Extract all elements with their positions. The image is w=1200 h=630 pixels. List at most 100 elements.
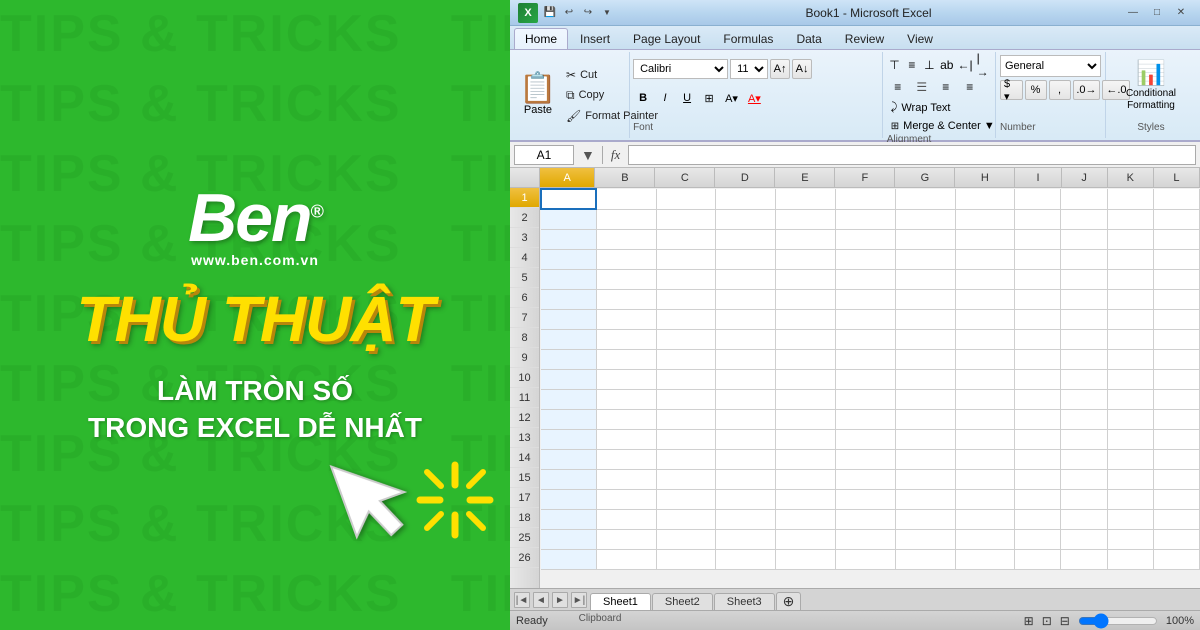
grid-cell[interactable] — [541, 229, 596, 249]
grid-cell[interactable] — [955, 469, 1015, 489]
grid-cell[interactable] — [596, 249, 656, 269]
maximize-button[interactable]: □ — [1146, 5, 1168, 21]
grid-cell[interactable] — [776, 369, 836, 389]
grid-cell[interactable] — [596, 229, 656, 249]
grid-cell[interactable] — [776, 269, 836, 289]
grid-cell[interactable] — [1061, 429, 1107, 449]
indent-dec-button[interactable]: ←| — [956, 55, 973, 75]
grid-cell[interactable] — [596, 429, 656, 449]
grid-cell[interactable] — [955, 529, 1015, 549]
row-num-5[interactable]: 5 — [510, 268, 539, 288]
grid-cell[interactable] — [836, 209, 896, 229]
align-top-button[interactable]: ⊤ — [887, 55, 902, 75]
grid-cell[interactable] — [836, 369, 896, 389]
grid-cell[interactable] — [1107, 289, 1153, 309]
row-num-7[interactable]: 7 — [510, 308, 539, 328]
grid-cell[interactable] — [541, 189, 596, 209]
grid-cell[interactable] — [776, 429, 836, 449]
grid-cell[interactable] — [716, 309, 776, 329]
grid-cell[interactable] — [656, 189, 716, 209]
formula-input[interactable] — [628, 145, 1196, 165]
grid-cell[interactable] — [1107, 489, 1153, 509]
col-header-j[interactable]: J — [1062, 168, 1108, 187]
cell-reference-box[interactable]: A1 — [514, 145, 574, 165]
grid-cell[interactable] — [541, 409, 596, 429]
grid-cell[interactable] — [716, 509, 776, 529]
col-header-k[interactable]: K — [1108, 168, 1154, 187]
grid-cell[interactable] — [955, 249, 1015, 269]
grid-cell[interactable] — [1107, 189, 1153, 209]
grid-cell[interactable] — [1107, 469, 1153, 489]
align-center-button[interactable]: ☰ — [911, 77, 933, 97]
grid-cell[interactable] — [1107, 309, 1153, 329]
grid-cell[interactable] — [836, 549, 896, 569]
grid-cell[interactable] — [836, 469, 896, 489]
grid-cell[interactable] — [656, 429, 716, 449]
grid-cell[interactable] — [1061, 349, 1107, 369]
col-header-i[interactable]: I — [1015, 168, 1061, 187]
grid-cell[interactable] — [836, 409, 896, 429]
grid-cell[interactable] — [1015, 289, 1061, 309]
grid-cell[interactable] — [955, 309, 1015, 329]
tab-data[interactable]: Data — [785, 28, 832, 49]
grid-cell[interactable] — [541, 309, 596, 329]
grid-cell[interactable] — [1015, 469, 1061, 489]
grid-cell[interactable] — [716, 549, 776, 569]
font-shrink-button[interactable]: A↓ — [792, 59, 812, 79]
row-num-10[interactable]: 10 — [510, 368, 539, 388]
grid-cell[interactable] — [836, 429, 896, 449]
row-num-14[interactable]: 14 — [510, 448, 539, 468]
grid-cell[interactable] — [1153, 429, 1199, 449]
sheet-tab-3[interactable]: Sheet3 — [714, 593, 775, 610]
sheet-nav-next[interactable]: ► — [552, 592, 568, 608]
grid-cell[interactable] — [895, 449, 955, 469]
grid-cell[interactable] — [1015, 189, 1061, 209]
grid-cell[interactable] — [955, 549, 1015, 569]
grid-cell[interactable] — [1061, 289, 1107, 309]
grid-cell[interactable] — [776, 249, 836, 269]
grid-cell[interactable] — [541, 249, 596, 269]
row-num-18[interactable]: 18 — [510, 508, 539, 528]
border-button[interactable]: ⊞ — [699, 88, 719, 108]
grid-cell[interactable] — [596, 369, 656, 389]
grid-cell[interactable] — [716, 429, 776, 449]
grid-cell[interactable] — [776, 189, 836, 209]
grid-cell[interactable] — [716, 529, 776, 549]
grid-cell[interactable] — [656, 329, 716, 349]
grid-cell[interactable] — [895, 369, 955, 389]
grid-cell[interactable] — [955, 349, 1015, 369]
grid-cell[interactable] — [716, 269, 776, 289]
grid-cell[interactable] — [1107, 549, 1153, 569]
grid-cell[interactable] — [1153, 489, 1199, 509]
undo-quick-icon[interactable]: ↩ — [561, 5, 577, 21]
grid-cell[interactable] — [716, 189, 776, 209]
grid-cell[interactable] — [1153, 449, 1199, 469]
grid-cell[interactable] — [1061, 469, 1107, 489]
col-header-a[interactable]: A — [540, 168, 595, 187]
col-header-b[interactable]: B — [595, 168, 655, 187]
grid-cell[interactable] — [1061, 229, 1107, 249]
grid-cell[interactable] — [895, 329, 955, 349]
grid-cell[interactable] — [895, 409, 955, 429]
grid-cell[interactable] — [541, 489, 596, 509]
grid-cell[interactable] — [716, 289, 776, 309]
text-orient-button[interactable]: ab — [939, 55, 954, 75]
grid-cell[interactable] — [1153, 229, 1199, 249]
grid-cell[interactable] — [656, 269, 716, 289]
percent-button[interactable]: % — [1025, 80, 1047, 100]
tab-insert[interactable]: Insert — [569, 28, 621, 49]
grid-cell[interactable] — [596, 329, 656, 349]
grid-cell[interactable] — [656, 389, 716, 409]
grid-cell[interactable] — [1153, 549, 1199, 569]
grid-cell[interactable] — [836, 449, 896, 469]
grid-cell[interactable] — [1061, 329, 1107, 349]
grid-cell[interactable] — [1107, 329, 1153, 349]
minimize-button[interactable]: — — [1122, 5, 1144, 21]
grid-cell[interactable] — [1015, 529, 1061, 549]
grid-cell[interactable] — [1153, 509, 1199, 529]
grid-cell[interactable] — [1015, 229, 1061, 249]
grid-cell[interactable] — [955, 189, 1015, 209]
grid-cell[interactable] — [1153, 269, 1199, 289]
grid-cell[interactable] — [776, 409, 836, 429]
grid-cell[interactable] — [1061, 489, 1107, 509]
